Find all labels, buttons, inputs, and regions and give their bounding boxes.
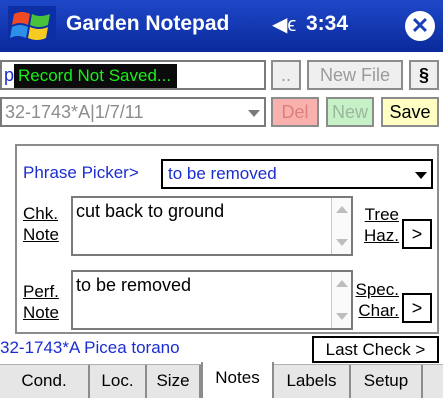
tab-labels[interactable]: Labels bbox=[274, 365, 351, 398]
chk-note-scrollbar[interactable] bbox=[331, 198, 351, 254]
scroll-down-icon[interactable] bbox=[336, 239, 348, 246]
perf-note-label-line2: Note bbox=[23, 303, 59, 322]
tab-setup[interactable]: Setup bbox=[351, 365, 423, 398]
title-bar: Garden Notepad ◀ϵ 3:34 ✕ bbox=[0, 0, 443, 52]
perf-note-label-line1: Perf. bbox=[23, 282, 59, 301]
tab-notes[interactable]: Notes bbox=[201, 362, 274, 398]
scroll-up-icon[interactable] bbox=[336, 206, 348, 213]
app-title: Garden Notepad bbox=[66, 12, 230, 35]
tab-cond[interactable]: Cond. bbox=[0, 365, 90, 398]
notes-panel: Phrase Picker> to be removed Chk. Note c… bbox=[15, 144, 439, 334]
phrase-picker-select[interactable]: to be removed bbox=[161, 159, 433, 189]
chk-note-label-line2: Note bbox=[23, 225, 59, 244]
phrase-picker-label[interactable]: Phrase Picker> bbox=[23, 163, 139, 183]
chk-note-label[interactable]: Chk. Note bbox=[23, 203, 59, 245]
tree-haz-line2: Haz. bbox=[364, 226, 399, 245]
browse-button[interactable]: .. bbox=[271, 60, 301, 90]
tab-size[interactable]: Size bbox=[147, 365, 201, 398]
scroll-up-icon[interactable] bbox=[336, 280, 348, 287]
perf-note-scrollbar[interactable] bbox=[331, 272, 351, 328]
section-button[interactable]: § bbox=[409, 60, 439, 90]
record-status-badge: Record Not Saved... bbox=[14, 64, 178, 88]
chevron-down-icon[interactable] bbox=[415, 172, 427, 179]
close-icon[interactable]: ✕ bbox=[405, 11, 435, 41]
spec-char-button[interactable]: > bbox=[402, 293, 432, 323]
tab-loc[interactable]: Loc. bbox=[90, 365, 147, 398]
last-check-button[interactable]: Last Check > bbox=[312, 336, 439, 363]
chevron-down-icon[interactable] bbox=[248, 110, 260, 117]
perf-note-text: to be removed bbox=[76, 275, 192, 295]
save-button[interactable]: Save bbox=[381, 97, 439, 127]
windows-start-icon[interactable] bbox=[8, 6, 56, 46]
chk-note-label-line1: Chk. bbox=[23, 204, 58, 223]
file-path-field[interactable]: p\G Record Not Saved... bbox=[0, 60, 266, 90]
tab-bar: Cond. Loc. Size Notes Labels Setup bbox=[0, 362, 443, 398]
spec-char-line1: Spec. bbox=[355, 280, 399, 299]
tree-haz-button[interactable]: > bbox=[402, 219, 432, 249]
phrase-picker-value: to be removed bbox=[168, 164, 277, 183]
record-select[interactable]: 32-1743*A|1/7/11 bbox=[0, 97, 266, 127]
chk-note-textarea[interactable]: cut back to ground bbox=[71, 196, 353, 256]
new-file-button[interactable]: New File bbox=[307, 60, 403, 90]
perf-note-label[interactable]: Perf. Note bbox=[23, 281, 59, 323]
scroll-down-icon[interactable] bbox=[336, 313, 348, 320]
spec-char-line2: Char. bbox=[358, 301, 399, 320]
record-select-value: 32-1743*A|1/7/11 bbox=[5, 102, 144, 122]
clock[interactable]: 3:34 bbox=[306, 12, 348, 36]
tree-haz-link[interactable]: Tree Haz. bbox=[355, 204, 399, 246]
new-record-button[interactable]: New bbox=[326, 97, 374, 127]
plant-status-text: 32-1743*A Picea torano bbox=[0, 338, 180, 357]
chk-note-text: cut back to ground bbox=[76, 201, 225, 221]
perf-note-textarea[interactable]: to be removed bbox=[71, 270, 353, 330]
spec-char-link[interactable]: Spec. Char. bbox=[355, 279, 399, 321]
tree-haz-line1: Tree bbox=[364, 205, 399, 224]
speaker-icon[interactable]: ◀ϵ bbox=[272, 12, 296, 37]
delete-button[interactable]: Del bbox=[271, 97, 319, 127]
